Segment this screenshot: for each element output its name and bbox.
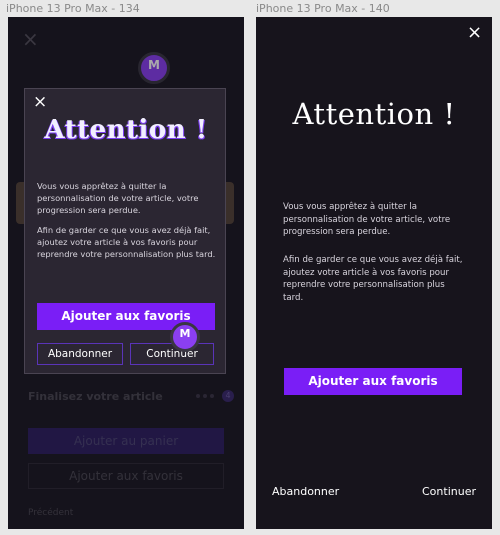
avatar[interactable]: M [170,322,200,352]
frame-label-134: iPhone 13 Pro Max - 134 [6,2,140,15]
background-decoration-left [16,182,24,224]
page-title: Attention ! [292,97,456,131]
close-icon[interactable]: × [33,94,47,111]
modal-title: Attention ! [44,115,208,145]
exit-warning-modal: × Attention ! Vous vous apprêtez à quitt… [24,88,226,374]
modal-hint-text: Afin de garder ce que vous avez déjà fai… [37,225,216,259]
modal-warning-text: Vous vous apprêtez à quitter la personna… [37,181,199,215]
add-to-favorites-button[interactable]: Ajouter aux favoris [284,368,462,395]
close-icon[interactable]: × [467,24,482,42]
continue-button[interactable]: Continuer [422,485,476,498]
abandon-button[interactable]: Abandonner [37,343,123,365]
phone-frame-134: × M Finalisez votre article 4 Ajouter au… [8,17,244,529]
abandon-button[interactable]: Abandonner [272,485,339,498]
background-decoration-right [226,182,234,224]
frame-label-140: iPhone 13 Pro Max - 140 [256,2,390,15]
hint-text: Afin de garder ce que vous avez déjà fai… [283,255,463,303]
warning-text: Vous vous apprêtez à quitter la personna… [283,202,451,237]
phone-frame-140: × Attention ! Vous vous apprêtez à quitt… [256,17,492,529]
continue-button[interactable]: Continuer [130,343,214,365]
